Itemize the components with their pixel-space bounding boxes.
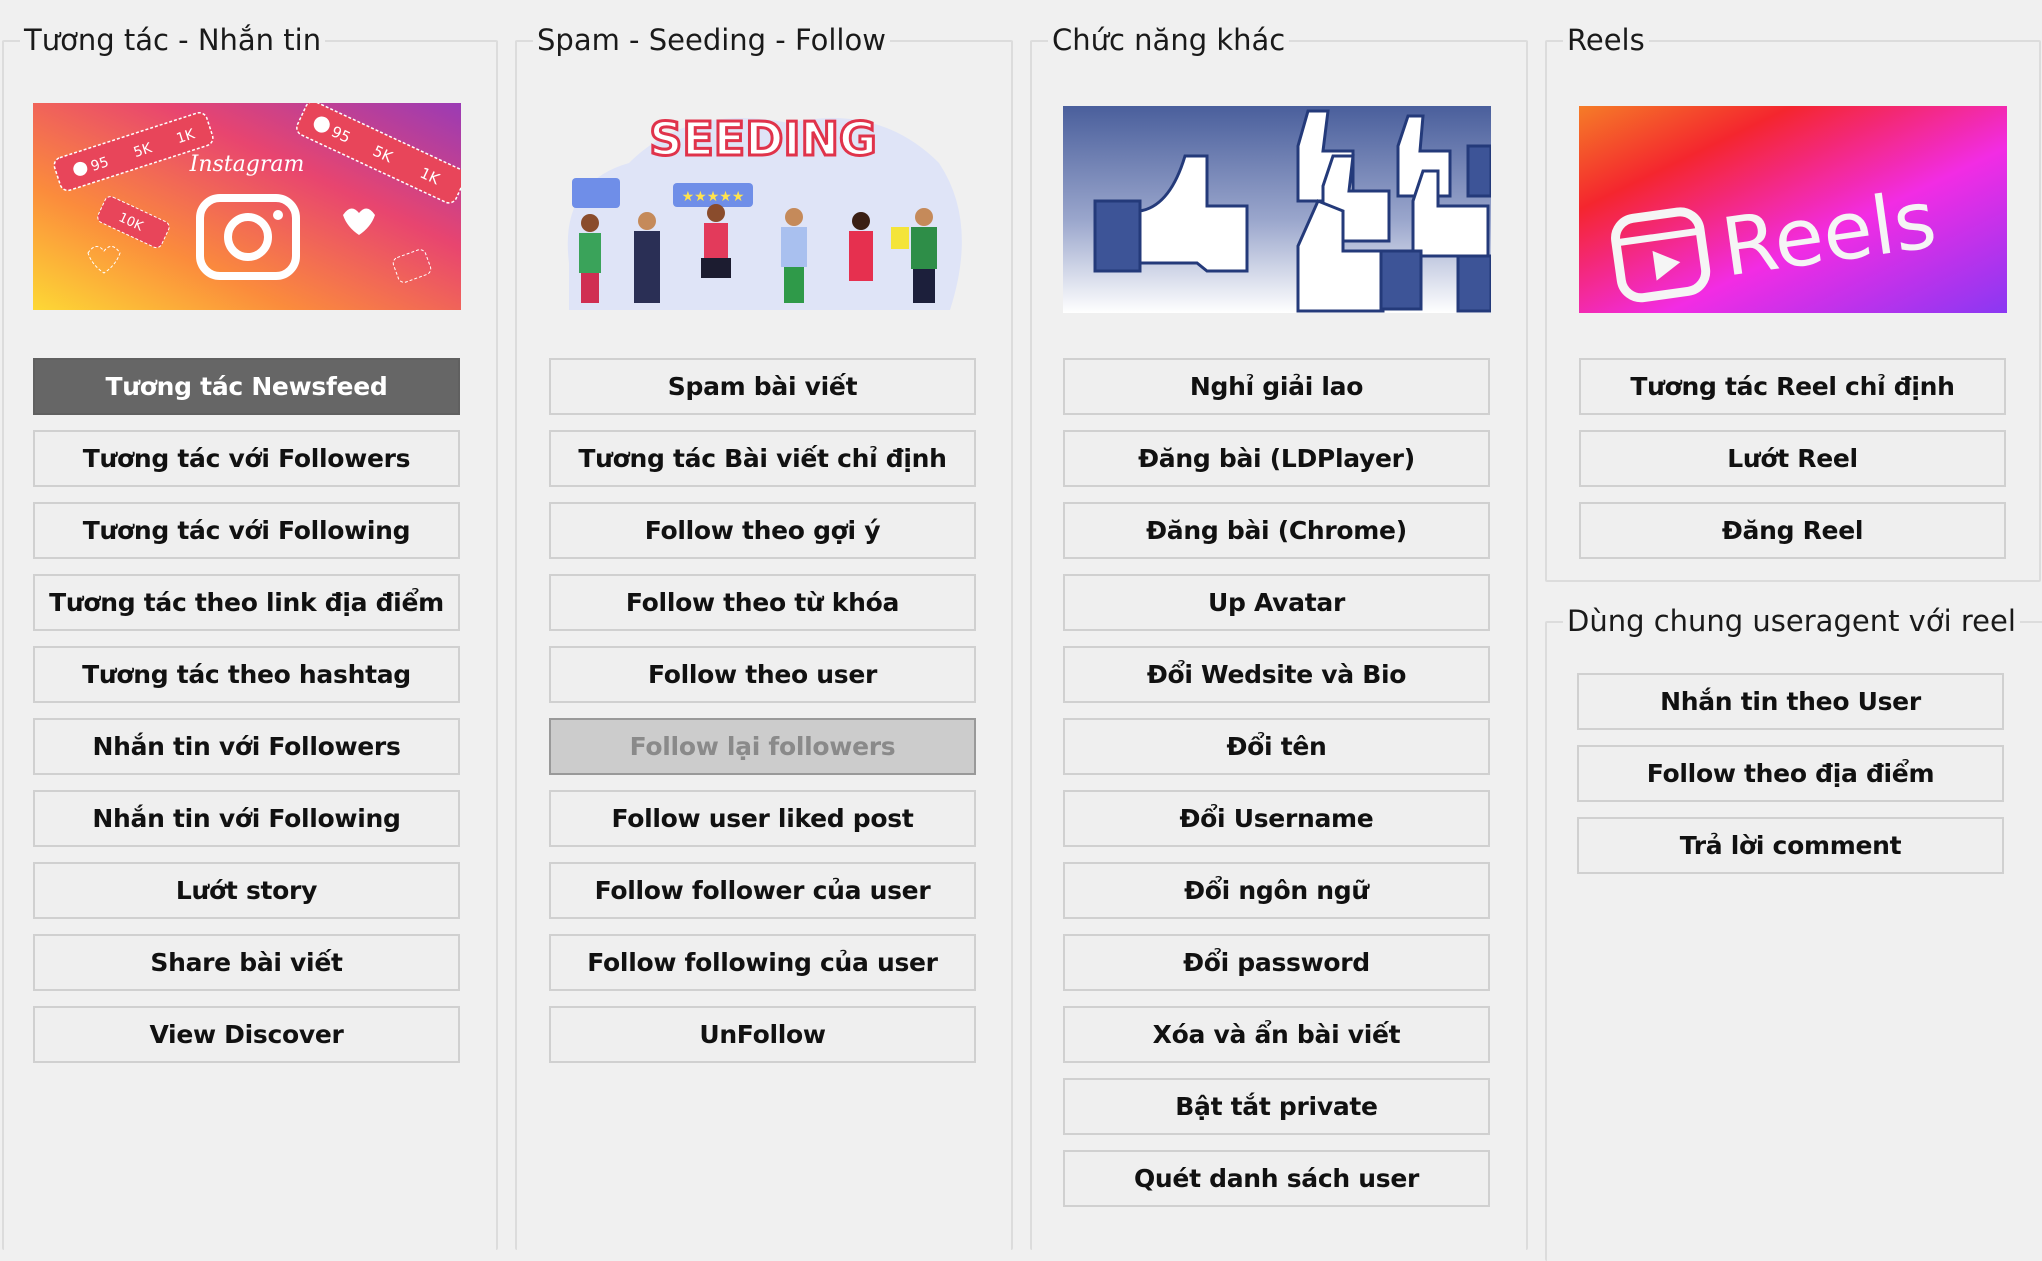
doi-username-button[interactable]: Đổi Username — [1063, 790, 1490, 847]
nghi-giai-lao-button[interactable]: Nghỉ giải lao — [1063, 358, 1490, 415]
group-title-other: Chức năng khác — [1048, 20, 1290, 60]
svg-text:SEEDING: SEEDING — [649, 112, 877, 166]
seeding-banner-image: SEEDING ★★★★★ — [549, 103, 977, 310]
group-title-interact: Tương tác - Nhắn tin — [20, 20, 326, 60]
tuong-tac-theo-link-dia-diem-button[interactable]: Tương tác theo link địa điểm — [33, 574, 460, 631]
doi-wedsite-va-bio-button[interactable]: Đổi Wedsite và Bio — [1063, 646, 1490, 703]
facebook-likes-banner-image — [1063, 106, 1491, 313]
instagram-banner-image: 95 5K 1K 95 5K 1K 10K Instagram — [33, 103, 461, 310]
doi-ten-button[interactable]: Đổi tên — [1063, 718, 1490, 775]
follow-lai-followers-button: Follow lại followers — [549, 718, 976, 775]
dang-bai-ldplayer-button[interactable]: Đăng bài (LDPlayer) — [1063, 430, 1490, 487]
follow-user-liked-post-button[interactable]: Follow user liked post — [549, 790, 976, 847]
nhan-tin-voi-following-button[interactable]: Nhắn tin với Following — [33, 790, 460, 847]
tra-loi-comment-button[interactable]: Trả lời comment — [1577, 817, 2004, 874]
svg-text:★★★★★: ★★★★★ — [682, 189, 745, 205]
follow-theo-user-button[interactable]: Follow theo user — [549, 646, 976, 703]
spam-bai-viet-button[interactable]: Spam bài viết — [549, 358, 976, 415]
view-discover-button[interactable]: View Discover — [33, 1006, 460, 1063]
group-title-seeding: Spam - Seeding - Follow — [533, 20, 890, 60]
bat-tat-private-button[interactable]: Bật tắt private — [1063, 1078, 1490, 1135]
follow-following-cua-user-button[interactable]: Follow following của user — [549, 934, 976, 991]
tuong-tac-voi-followers-button[interactable]: Tương tác với Followers — [33, 430, 460, 487]
luot-reel-button[interactable]: Lướt Reel — [1579, 430, 2006, 487]
unfollow-button[interactable]: UnFollow — [549, 1006, 976, 1063]
doi-password-button[interactable]: Đổi password — [1063, 934, 1490, 991]
svg-text:Instagram: Instagram — [189, 152, 305, 177]
nhan-tin-theo-user-button[interactable]: Nhắn tin theo User — [1577, 673, 2004, 730]
reels-banner-image: Reels — [1579, 106, 2007, 313]
doi-ngon-ngu-button[interactable]: Đổi ngôn ngữ — [1063, 862, 1490, 919]
tuong-tac-reel-chi-dinh-button[interactable]: Tương tác Reel chỉ định — [1579, 358, 2006, 415]
tuong-tac-theo-hashtag-button[interactable]: Tương tác theo hashtag — [33, 646, 460, 703]
follow-theo-tu-khoa-button[interactable]: Follow theo từ khóa — [549, 574, 976, 631]
luot-story-button[interactable]: Lướt story — [33, 862, 460, 919]
share-bai-viet-button[interactable]: Share bài viết — [33, 934, 460, 991]
tuong-tac-bai-viet-chi-dinh-button[interactable]: Tương tác Bài viết chỉ định — [549, 430, 976, 487]
dang-bai-chrome-button[interactable]: Đăng bài (Chrome) — [1063, 502, 1490, 559]
group-title-shared-useragent: Dùng chung useragent với reel — [1563, 601, 2020, 641]
follow-theo-goi-y-button[interactable]: Follow theo gợi ý — [549, 502, 976, 559]
dang-reel-button[interactable]: Đăng Reel — [1579, 502, 2006, 559]
up-avatar-button[interactable]: Up Avatar — [1063, 574, 1490, 631]
tuong-tac-voi-following-button[interactable]: Tương tác với Following — [33, 502, 460, 559]
follow-theo-dia-diem-button[interactable]: Follow theo địa điểm — [1577, 745, 2004, 802]
group-title-reels: Reels — [1563, 20, 1649, 60]
follow-follower-cua-user-button[interactable]: Follow follower của user — [549, 862, 976, 919]
quet-danh-sach-user-button[interactable]: Quét danh sách user — [1063, 1150, 1490, 1207]
xoa-va-an-bai-viet-button[interactable]: Xóa và ẩn bài viết — [1063, 1006, 1490, 1063]
tuong-tac-newsfeed-button[interactable]: Tương tác Newsfeed — [33, 358, 460, 415]
nhan-tin-voi-followers-button[interactable]: Nhắn tin với Followers — [33, 718, 460, 775]
